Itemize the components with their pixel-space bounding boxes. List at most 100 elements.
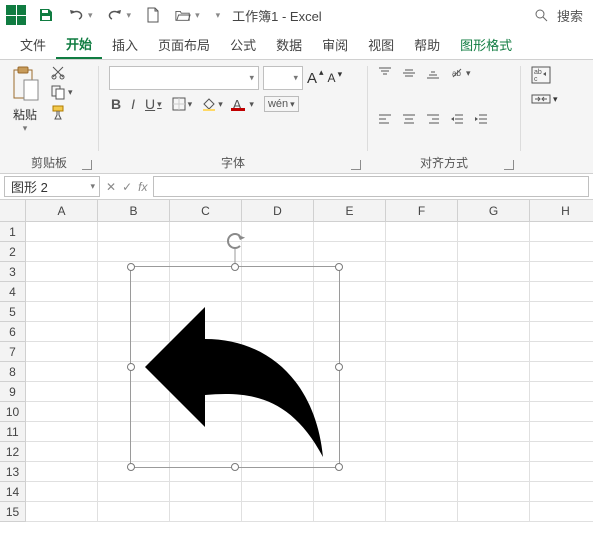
worksheet[interactable]: ABCDEFGH 123456789101112131415	[0, 200, 593, 559]
cell[interactable]	[458, 442, 530, 462]
column-headers[interactable]: ABCDEFGH	[26, 200, 593, 222]
cell[interactable]	[386, 242, 458, 262]
open-folder-icon[interactable]	[175, 7, 191, 23]
resize-handle-br[interactable]	[335, 463, 343, 471]
cell[interactable]	[530, 302, 593, 322]
align-center-button[interactable]	[402, 112, 416, 126]
column-header[interactable]: C	[170, 200, 242, 222]
tab-file[interactable]: 文件	[10, 30, 56, 59]
cell[interactable]	[26, 342, 98, 362]
qat-customize-icon[interactable]: ▾	[216, 10, 221, 21]
cell[interactable]	[98, 242, 170, 262]
cell[interactable]	[314, 482, 386, 502]
alignment-dialog-launcher-icon[interactable]	[504, 160, 514, 170]
cell[interactable]	[530, 462, 593, 482]
merge-center-button[interactable]: ▾	[531, 90, 558, 108]
increase-indent-button[interactable]	[474, 112, 488, 126]
cell[interactable]	[386, 342, 458, 362]
resize-handle-ml[interactable]	[127, 363, 135, 371]
cell[interactable]	[314, 222, 386, 242]
align-middle-button[interactable]	[402, 66, 416, 80]
cell[interactable]	[458, 482, 530, 502]
resize-handle-tm[interactable]	[231, 263, 239, 271]
paste-button[interactable]: 粘贴 ▾	[6, 64, 44, 136]
cell[interactable]	[530, 382, 593, 402]
cell[interactable]	[26, 322, 98, 342]
cell[interactable]	[386, 362, 458, 382]
open-chevron-icon[interactable]: ▾	[195, 10, 200, 21]
row-header[interactable]: 10	[0, 402, 26, 422]
tab-home[interactable]: 开始	[56, 30, 102, 59]
cell[interactable]	[386, 502, 458, 522]
cell[interactable]	[26, 502, 98, 522]
cell[interactable]	[530, 282, 593, 302]
borders-button[interactable]: ▾	[172, 97, 193, 111]
curved-left-arrow-shape[interactable]	[131, 267, 341, 469]
font-name-combo[interactable]	[109, 66, 259, 90]
redo-icon[interactable]	[107, 7, 123, 23]
cell[interactable]	[314, 502, 386, 522]
increase-font-size-button[interactable]: A▴	[307, 70, 324, 87]
italic-button[interactable]: I	[131, 96, 135, 112]
row-header[interactable]: 6	[0, 322, 26, 342]
cell[interactable]	[26, 222, 98, 242]
row-header[interactable]: 13	[0, 462, 26, 482]
tab-formulas[interactable]: 公式	[220, 30, 266, 59]
cell[interactable]	[242, 482, 314, 502]
column-header[interactable]: D	[242, 200, 314, 222]
cell[interactable]	[26, 442, 98, 462]
tab-insert[interactable]: 插入	[102, 30, 148, 59]
save-icon[interactable]	[38, 7, 54, 23]
undo-chevron-icon[interactable]: ▾	[88, 10, 93, 21]
row-header[interactable]: 9	[0, 382, 26, 402]
align-left-button[interactable]	[378, 112, 392, 126]
bold-button[interactable]: B	[111, 96, 121, 112]
tab-view[interactable]: 视图	[358, 30, 404, 59]
cell[interactable]	[242, 242, 314, 262]
cell[interactable]	[458, 382, 530, 402]
cell[interactable]	[458, 402, 530, 422]
row-header[interactable]: 3	[0, 262, 26, 282]
tab-help[interactable]: 帮助	[404, 30, 450, 59]
new-file-icon[interactable]	[145, 7, 161, 23]
tab-shape-format[interactable]: 图形格式	[450, 30, 522, 59]
cell[interactable]	[26, 462, 98, 482]
cell[interactable]	[458, 422, 530, 442]
cell[interactable]	[386, 262, 458, 282]
cell[interactable]	[530, 262, 593, 282]
decrease-font-size-button[interactable]: A▾	[328, 71, 343, 85]
cell[interactable]	[530, 222, 593, 242]
row-header[interactable]: 15	[0, 502, 26, 522]
cell[interactable]	[170, 502, 242, 522]
copy-button[interactable]: ▾	[50, 84, 73, 100]
column-header[interactable]: H	[530, 200, 593, 222]
select-all-corner[interactable]	[0, 200, 26, 222]
row-header[interactable]: 14	[0, 482, 26, 502]
cell[interactable]	[458, 322, 530, 342]
cell[interactable]	[386, 482, 458, 502]
cell[interactable]	[530, 422, 593, 442]
cell[interactable]	[458, 282, 530, 302]
cell[interactable]	[458, 342, 530, 362]
row-header[interactable]: 7	[0, 342, 26, 362]
column-header[interactable]: A	[26, 200, 98, 222]
row-header[interactable]: 4	[0, 282, 26, 302]
resize-handle-tl[interactable]	[127, 263, 135, 271]
underline-button[interactable]: U▾	[145, 96, 162, 112]
tab-page-layout[interactable]: 页面布局	[148, 30, 220, 59]
cell[interactable]	[242, 502, 314, 522]
row-headers[interactable]: 123456789101112131415	[0, 222, 26, 522]
fill-color-button[interactable]: ▾	[202, 97, 223, 111]
font-dialog-launcher-icon[interactable]	[351, 160, 361, 170]
column-header[interactable]: G	[458, 200, 530, 222]
tab-data[interactable]: 数据	[266, 30, 312, 59]
name-box[interactable]: 图形 2	[4, 176, 100, 197]
row-header[interactable]: 8	[0, 362, 26, 382]
cell[interactable]	[386, 302, 458, 322]
cell[interactable]	[26, 262, 98, 282]
column-header[interactable]: E	[314, 200, 386, 222]
cell[interactable]	[26, 482, 98, 502]
resize-handle-bm[interactable]	[231, 463, 239, 471]
column-header[interactable]: F	[386, 200, 458, 222]
decrease-indent-button[interactable]	[450, 112, 464, 126]
